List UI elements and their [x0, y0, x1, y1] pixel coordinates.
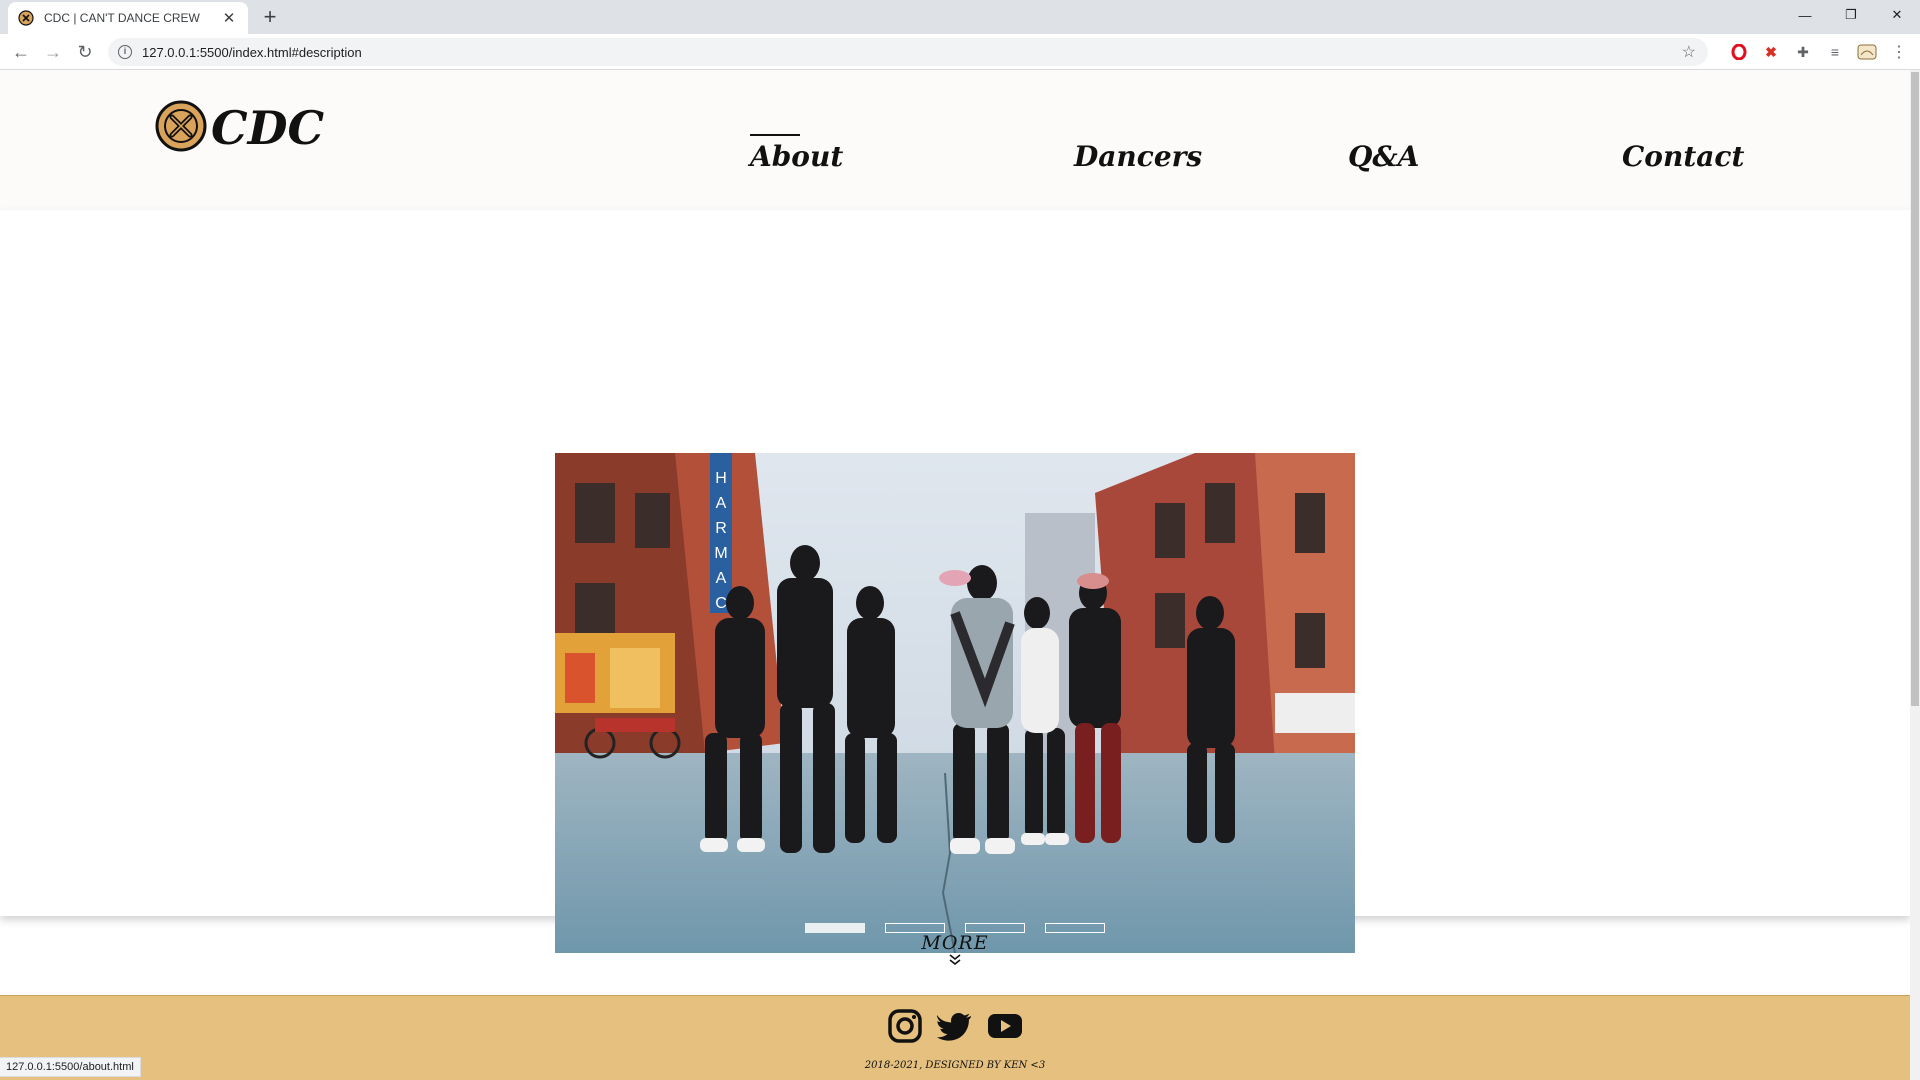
reload-icon[interactable]: ↻: [72, 39, 98, 65]
double-chevron-down-icon: [949, 954, 961, 966]
youtube-icon[interactable]: [987, 1008, 1023, 1044]
cdc-logo-badge-icon: [155, 100, 207, 152]
web-page: CDC About Dancers Q&A Contact H A R M A …: [0, 70, 1910, 1080]
cdc-favicon-icon: [18, 10, 34, 26]
red-extension-icon[interactable]: ✖: [1760, 42, 1782, 62]
browser-menu-icon[interactable]: ⋮: [1888, 42, 1910, 62]
site-footer: 2018-2021, DESIGNED BY KEN <3: [0, 995, 1910, 1080]
nav-about[interactable]: About: [750, 134, 843, 173]
tab-title: CDC | CAN'T DANCE CREW: [44, 11, 200, 25]
puzzle-extensions-icon[interactable]: ✚: [1792, 42, 1814, 62]
svg-text:C: C: [715, 595, 727, 612]
nav-qa[interactable]: Q&A: [1348, 140, 1419, 173]
address-bar[interactable]: i 127.0.0.1:5500/index.html#description …: [108, 38, 1708, 66]
browser-tab[interactable]: CDC | CAN'T DANCE CREW ✕: [8, 2, 248, 34]
social-links: [0, 1008, 1910, 1044]
hero-section: H A R M A C: [0, 210, 1910, 953]
crew-group-photo: H A R M A C: [555, 453, 1355, 953]
site-header: CDC About Dancers Q&A Contact: [0, 70, 1910, 210]
svg-text:A: A: [716, 495, 727, 512]
nav-dancers[interactable]: Dancers: [1074, 140, 1202, 173]
extension-icons: ✖ ✚ ≡ ⋮: [1728, 42, 1910, 62]
nav-contact[interactable]: Contact: [1622, 140, 1744, 173]
svg-text:H: H: [715, 470, 727, 487]
status-bar-url: 127.0.0.1:5500/about.html: [0, 1057, 141, 1077]
more-link[interactable]: MORE: [0, 932, 1910, 966]
twitter-icon[interactable]: [937, 1008, 973, 1044]
new-tab-icon[interactable]: +: [258, 6, 282, 30]
restore-icon[interactable]: ❐: [1828, 0, 1874, 30]
info-icon[interactable]: i: [118, 45, 132, 59]
logo-text: CDC: [211, 101, 325, 155]
instagram-icon[interactable]: [887, 1008, 923, 1044]
browser-tab-bar: CDC | CAN'T DANCE CREW ✕ + — ❐ ✕: [0, 0, 1920, 34]
site-logo[interactable]: CDC: [155, 100, 324, 152]
window-controls: — ❐ ✕: [1782, 0, 1920, 30]
more-label: MORE: [921, 932, 989, 954]
minimize-icon[interactable]: —: [1782, 0, 1828, 30]
reading-list-icon[interactable]: ≡: [1824, 42, 1846, 62]
tab-close-icon[interactable]: ✕: [220, 9, 238, 27]
bookmark-star-icon[interactable]: ☆: [1682, 42, 1696, 62]
browser-toolbar: ← → ↻ i 127.0.0.1:5500/index.html#descri…: [0, 34, 1920, 70]
close-window-icon[interactable]: ✕: [1874, 0, 1920, 30]
opera-extension-icon[interactable]: [1728, 42, 1750, 62]
scrollbar-thumb[interactable]: [1911, 72, 1919, 706]
profile-avatar-icon[interactable]: [1856, 42, 1878, 62]
svg-text:M: M: [714, 545, 727, 562]
copyright-text: 2018-2021, DESIGNED BY KEN <3: [864, 1060, 1046, 1071]
page-scrollbar[interactable]: [1910, 70, 1920, 1080]
back-icon[interactable]: ←: [8, 39, 34, 65]
svg-text:A: A: [716, 570, 727, 587]
forward-icon[interactable]: →: [40, 39, 66, 65]
url-text: 127.0.0.1:5500/index.html#description: [142, 44, 362, 60]
svg-text:R: R: [715, 520, 727, 537]
image-carousel[interactable]: H A R M A C: [555, 453, 1355, 953]
